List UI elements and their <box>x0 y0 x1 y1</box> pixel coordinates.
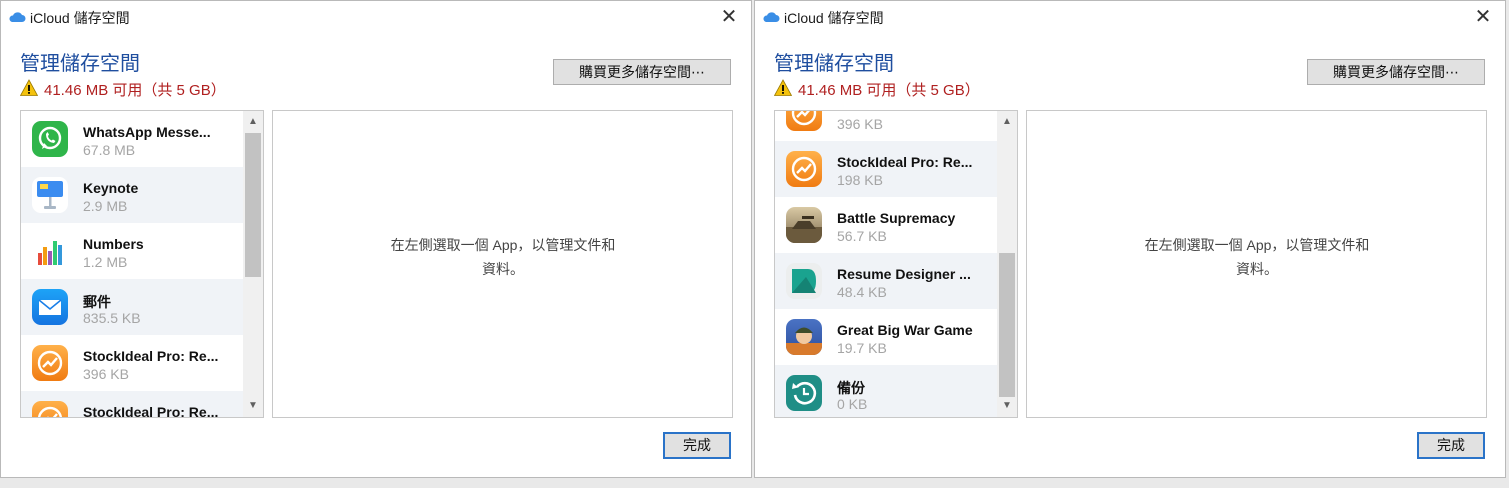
placeholder-line: 在左側選取一個 App，以管理文件和 <box>390 237 616 253</box>
app-list[interactable]: 396 KB StockIdeal Pro: Re... 198 KB Batt… <box>774 110 1018 418</box>
app-size: 19.7 KB <box>837 340 887 356</box>
storage-available-text: 41.46 MB 可用（共 5 GB） <box>798 82 980 99</box>
app-size: 198 KB <box>837 172 883 188</box>
app-size: 67.8 MB <box>83 142 136 158</box>
app-name: Great Big War Game <box>837 322 973 338</box>
placeholder-text: 在左側選取一個 App，以管理文件和 資料。 <box>363 233 643 281</box>
placeholder-line: 在左側選取一個 App，以管理文件和 <box>1144 237 1370 253</box>
storage-available-text: 41.46 MB 可用（共 5 GB） <box>44 82 226 99</box>
icloud-icon <box>9 12 26 22</box>
buy-more-storage-button[interactable]: 購買更多儲存空間⋯ <box>553 59 731 85</box>
page-title: 管理儲存空間 <box>774 53 894 75</box>
app-name: 備份 <box>837 380 865 396</box>
stockideal-icon <box>32 345 68 381</box>
app-size: 2.9 MB <box>83 198 128 214</box>
resume-designer-icon <box>786 263 822 299</box>
icloud-icon <box>763 12 780 22</box>
title-bar: iCloud 儲存空間 ✕ <box>1 1 751 33</box>
app-list[interactable]: WhatsApp Messe... 67.8 MB Keynote 2.9 MB <box>20 110 264 418</box>
app-detail-panel: 在左側選取一個 App，以管理文件和 資料。 <box>272 110 733 418</box>
app-name: WhatsApp Messe... <box>83 124 211 140</box>
scrollbar-thumb[interactable] <box>999 253 1015 397</box>
window-title: iCloud 儲存空間 <box>784 10 884 26</box>
app-name: StockIdeal Pro: Re... <box>83 404 219 418</box>
title-bar: iCloud 儲存空間 ✕ <box>755 1 1505 33</box>
app-name: Keynote <box>83 180 139 196</box>
list-item[interactable]: Battle Supremacy 56.7 KB <box>775 197 999 253</box>
app-size: 396 KB <box>837 116 883 132</box>
scroll-down-arrow-icon[interactable]: ▼ <box>243 397 263 415</box>
window-title: iCloud 儲存空間 <box>30 10 130 26</box>
vertical-scrollbar[interactable]: ▲ ▼ <box>243 111 263 417</box>
stockideal-icon <box>786 111 822 131</box>
icloud-storage-window-left: iCloud 儲存空間 ✕ 管理儲存空間 41.46 MB 可用（共 5 GB）… <box>0 0 752 478</box>
app-size: 0 KB <box>837 396 868 412</box>
app-name: 郵件 <box>83 294 111 310</box>
numbers-icon <box>32 233 68 269</box>
app-name: StockIdeal Pro: Re... <box>83 348 219 364</box>
app-name: Resume Designer ... <box>837 266 971 282</box>
app-size: 56.7 KB <box>837 228 887 244</box>
list-item[interactable]: StockIdeal Pro: Re... <box>21 391 245 418</box>
app-size: 396 KB <box>83 366 129 382</box>
app-size: 1.2 MB <box>83 254 128 270</box>
scrollbar-thumb[interactable] <box>245 133 261 277</box>
list-item[interactable]: 郵件 835.5 KB <box>21 279 245 335</box>
list-item[interactable]: Numbers 1.2 MB <box>21 223 245 279</box>
app-name: Battle Supremacy <box>837 210 956 226</box>
placeholder-line: 資料。 <box>1236 261 1278 277</box>
icloud-storage-window-right: iCloud 儲存空間 ✕ 管理儲存空間 41.46 MB 可用（共 5 GB）… <box>754 0 1506 478</box>
list-item[interactable]: 396 KB <box>775 111 999 141</box>
scroll-down-arrow-icon[interactable]: ▼ <box>997 397 1017 415</box>
great-big-war-game-icon <box>786 319 822 355</box>
close-button[interactable]: ✕ <box>713 5 745 29</box>
stockideal-icon <box>32 401 68 417</box>
done-button[interactable]: 完成 <box>663 432 731 459</box>
mail-icon <box>32 289 68 325</box>
whatsapp-icon <box>32 121 68 157</box>
vertical-scrollbar[interactable]: ▲ ▼ <box>997 111 1017 417</box>
backup-icon <box>786 375 822 411</box>
warning-icon <box>774 79 792 96</box>
buy-more-storage-button[interactable]: 購買更多儲存空間⋯ <box>1307 59 1485 85</box>
placeholder-line: 資料。 <box>482 261 524 277</box>
list-item[interactable]: Resume Designer ... 48.4 KB <box>775 253 999 309</box>
page-title: 管理儲存空間 <box>20 53 140 75</box>
battle-supremacy-icon <box>786 207 822 243</box>
close-button[interactable]: ✕ <box>1467 5 1499 29</box>
app-detail-panel: 在左側選取一個 App，以管理文件和 資料。 <box>1026 110 1487 418</box>
stockideal-icon <box>786 151 822 187</box>
list-item[interactable]: StockIdeal Pro: Re... 198 KB <box>775 141 999 197</box>
app-size: 48.4 KB <box>837 284 887 300</box>
done-button[interactable]: 完成 <box>1417 432 1485 459</box>
scroll-up-arrow-icon[interactable]: ▲ <box>997 113 1017 131</box>
list-item[interactable]: Great Big War Game 19.7 KB <box>775 309 999 365</box>
scroll-up-arrow-icon[interactable]: ▲ <box>243 113 263 131</box>
app-name: StockIdeal Pro: Re... <box>837 154 973 170</box>
list-item[interactable]: 備份 0 KB <box>775 365 999 417</box>
warning-icon <box>20 79 38 96</box>
list-item[interactable]: Keynote 2.9 MB <box>21 167 245 223</box>
app-name: Numbers <box>83 236 144 252</box>
placeholder-text: 在左側選取一個 App，以管理文件和 資料。 <box>1117 233 1397 281</box>
app-size: 835.5 KB <box>83 310 141 326</box>
keynote-icon <box>32 177 68 213</box>
list-item[interactable]: StockIdeal Pro: Re... 396 KB <box>21 335 245 391</box>
list-item[interactable]: WhatsApp Messe... 67.8 MB <box>21 111 245 167</box>
